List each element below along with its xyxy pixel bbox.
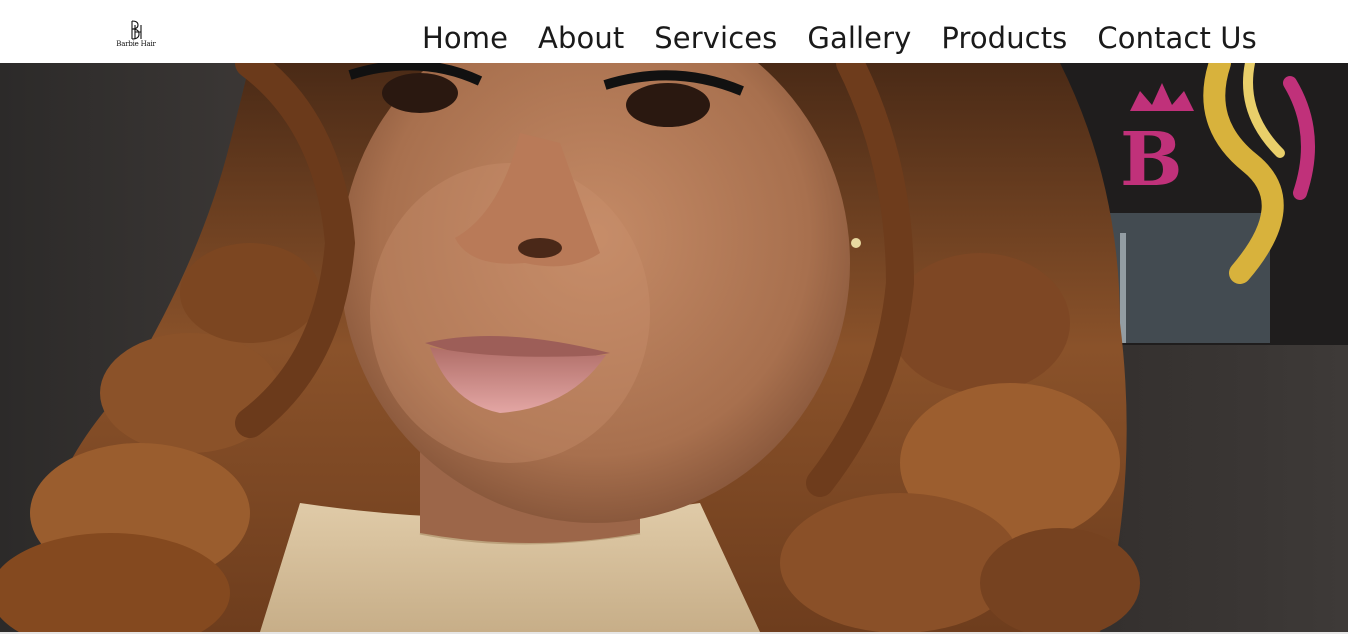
site-header: Barbie Hair Home About Services Gallery …	[0, 0, 1348, 63]
logo-text: Barbie Hair	[116, 40, 156, 48]
bh-monogram-icon	[131, 20, 142, 40]
main-nav: Home About Services Gallery Products Con…	[422, 16, 1257, 60]
hero-banner: B B	[0, 63, 1348, 632]
nav-contact-us[interactable]: Contact Us	[1097, 16, 1256, 60]
brand-logo[interactable]: Barbie Hair	[114, 19, 158, 53]
nav-products[interactable]: Products	[941, 16, 1067, 60]
nav-home[interactable]: Home	[422, 16, 508, 60]
nav-about[interactable]: About	[538, 16, 624, 60]
nav-services[interactable]: Services	[654, 16, 777, 60]
nav-gallery[interactable]: Gallery	[807, 16, 911, 60]
hero-portrait-image: B B	[0, 63, 1348, 632]
svg-text:B: B	[1120, 117, 1183, 203]
